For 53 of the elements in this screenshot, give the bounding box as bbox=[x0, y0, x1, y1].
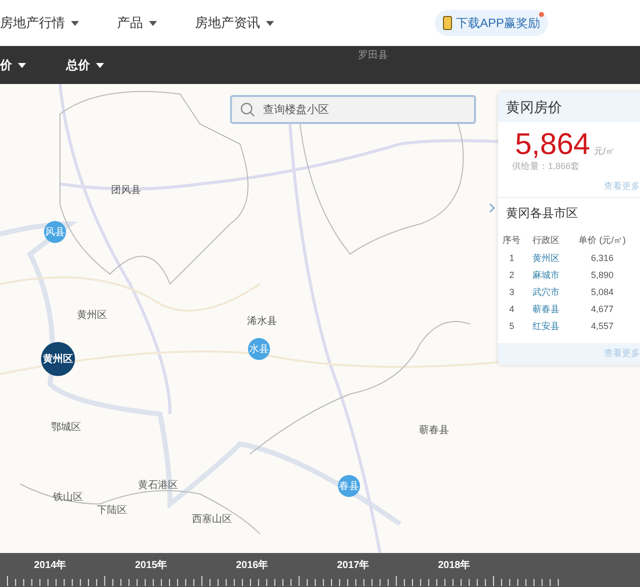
phone-icon bbox=[442, 16, 452, 30]
download-app-button[interactable]: 下载APP赢奖励 bbox=[434, 10, 548, 36]
map-label: 团风县 bbox=[111, 184, 141, 198]
map-label: 西塞山区 bbox=[192, 512, 232, 527]
timeline-year[interactable]: 2017年 bbox=[303, 558, 404, 573]
table-cell-text: 4,557 bbox=[590, 320, 614, 333]
table-cell-text: 2 bbox=[508, 268, 516, 282]
nav-menu[interactable]: 产品 bbox=[117, 13, 157, 33]
section-title: 黄冈各县市区 bbox=[505, 205, 579, 222]
map-label: 下陆区 bbox=[97, 504, 127, 518]
caret-icon bbox=[71, 20, 79, 26]
column-header: 序号 bbox=[502, 234, 522, 248]
table-cell-text: 4,677 bbox=[590, 302, 614, 316]
map-label: 浠水县 bbox=[247, 314, 277, 329]
district-link[interactable]: 武穴市 bbox=[525, 284, 566, 301]
price-unit: 元/㎡ bbox=[594, 144, 615, 158]
table-cell-text: 1 bbox=[508, 252, 516, 265]
district-link[interactable]: 蕲春县 bbox=[525, 301, 566, 318]
timeline-year[interactable]: 2014年 bbox=[0, 558, 101, 573]
supply-count: 供给量：1,866套 bbox=[511, 160, 581, 173]
chevron-right-icon bbox=[489, 203, 495, 213]
caret-icon bbox=[266, 20, 274, 26]
caret-icon bbox=[96, 62, 104, 68]
timeline-year[interactable]: 2015年 bbox=[101, 558, 202, 573]
table-cell-text: 3 bbox=[508, 286, 516, 299]
map-label: 铁山区 bbox=[53, 490, 83, 505]
filter-dropdown[interactable]: 价 bbox=[0, 56, 26, 74]
search-field[interactable]: 查询楼盘小区 bbox=[230, 95, 476, 124]
timeline-year[interactable]: 2018年 bbox=[404, 558, 505, 573]
filter-dropdown[interactable]: 总价 bbox=[66, 56, 104, 74]
map-label: 黄州区 bbox=[77, 308, 107, 323]
table-cell-text: 5,890 bbox=[590, 268, 614, 282]
nav-menu[interactable]: 房地产行情 bbox=[0, 13, 79, 33]
caret-icon bbox=[149, 20, 157, 26]
panel-title: 黄冈房价 bbox=[506, 98, 562, 116]
caret-icon bbox=[18, 62, 26, 68]
search-icon bbox=[240, 102, 255, 117]
district-link[interactable]: 红安县 bbox=[525, 318, 566, 335]
table-cell-text: 5,084 bbox=[590, 286, 614, 299]
district-link[interactable]: 黄州区 bbox=[525, 250, 566, 267]
timeline-year[interactable]: 2016年 bbox=[202, 558, 303, 573]
column-header: 行政区 bbox=[531, 234, 560, 248]
nav-menu[interactable]: 房地产资讯 bbox=[195, 13, 274, 33]
table-cell-text: 6,316 bbox=[590, 252, 614, 265]
column-header: 单价 (元/㎡) bbox=[578, 234, 627, 248]
average-price: 5,864 bbox=[515, 130, 590, 160]
table-cell-text: 5 bbox=[508, 320, 516, 333]
map-label: 黄石港区 bbox=[138, 478, 178, 493]
district-link[interactable]: 麻城市 bbox=[525, 267, 566, 284]
table-cell-text: 4 bbox=[508, 302, 516, 316]
map-label: 鄂城区 bbox=[51, 420, 81, 435]
map-label: 蕲春县 bbox=[419, 424, 449, 438]
map-label: 罗田县 bbox=[358, 49, 388, 63]
